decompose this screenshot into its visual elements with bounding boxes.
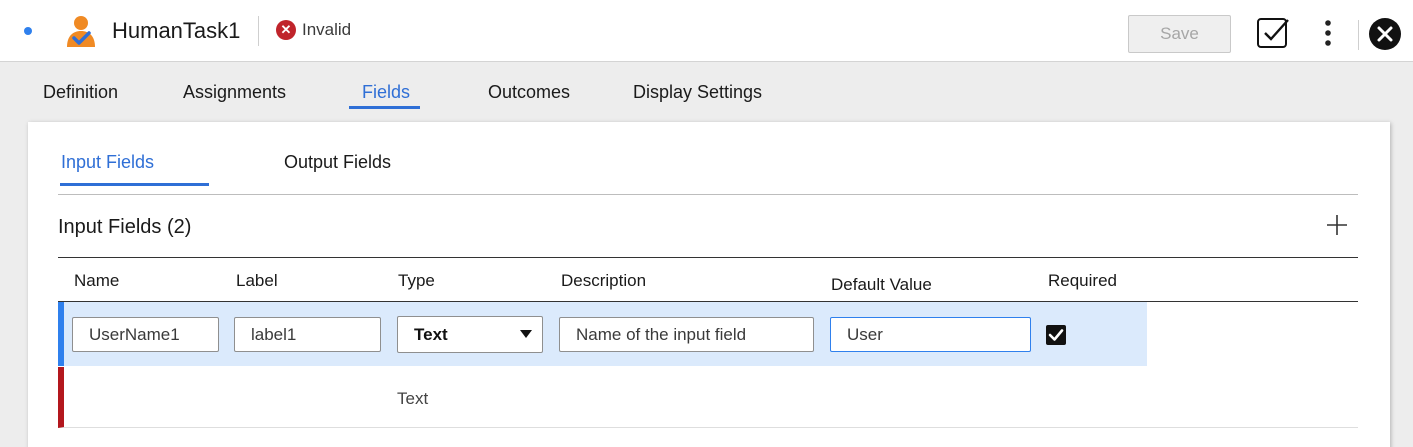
field-default-value-input[interactable] xyxy=(830,317,1031,352)
table-row[interactable] xyxy=(58,367,1358,428)
field-name-input[interactable] xyxy=(72,317,219,352)
human-task-icon xyxy=(67,16,95,47)
table-top-border xyxy=(58,257,1358,258)
invalid-icon: ✕ xyxy=(276,20,296,40)
subtab-input-fields[interactable]: Input Fields xyxy=(61,152,154,173)
field-type-text: Text xyxy=(397,389,429,408)
add-field-button[interactable] xyxy=(1324,212,1350,238)
close-button[interactable] xyxy=(1369,18,1401,50)
column-header-label: Label xyxy=(236,271,278,290)
active-tab-indicator xyxy=(349,106,420,109)
header-bar: HumanTask1 ✕ Invalid Save xyxy=(0,0,1413,62)
unsaved-indicator-dot xyxy=(24,27,32,35)
subtab-output-fields[interactable]: Output Fields xyxy=(284,152,391,173)
field-type-select[interactable]: Text xyxy=(397,316,543,353)
tab-definition[interactable]: Definition xyxy=(43,82,118,103)
column-header-required: Required xyxy=(1048,271,1117,290)
column-header-description: Description xyxy=(561,271,647,290)
plus-icon xyxy=(1327,215,1347,235)
header-divider xyxy=(1358,20,1359,50)
required-checkbox[interactable] xyxy=(1046,325,1066,345)
field-description-input[interactable] xyxy=(559,317,814,352)
status-text: Invalid xyxy=(302,20,352,39)
column-header-name: Name xyxy=(74,271,120,290)
field-type-value: Text xyxy=(414,325,448,344)
column-header-type: Type xyxy=(398,271,435,290)
tab-outcomes[interactable]: Outcomes xyxy=(488,82,570,103)
caret-down-icon xyxy=(520,330,532,338)
close-icon xyxy=(1377,26,1393,42)
more-actions-button[interactable] xyxy=(1314,18,1342,48)
field-label-input[interactable] xyxy=(234,317,381,352)
active-subtab-indicator xyxy=(60,183,209,186)
more-icon xyxy=(1325,20,1331,46)
validate-icon xyxy=(1257,18,1289,48)
validate-button[interactable] xyxy=(1256,16,1290,50)
page-title: HumanTask1 xyxy=(112,18,241,43)
tab-fields[interactable]: Fields xyxy=(362,82,410,103)
section-title: Input Fields (2) xyxy=(58,216,192,238)
column-header-default-value: Default Value xyxy=(831,275,932,294)
header-divider xyxy=(258,16,259,46)
tab-assignments[interactable]: Assignments xyxy=(183,82,286,103)
tab-display-settings[interactable]: Display Settings xyxy=(633,82,762,103)
save-button[interactable]: Save xyxy=(1128,15,1231,53)
checkmark-icon xyxy=(1048,329,1064,341)
status-badge: ✕ Invalid xyxy=(276,20,351,40)
divider xyxy=(58,194,1358,195)
